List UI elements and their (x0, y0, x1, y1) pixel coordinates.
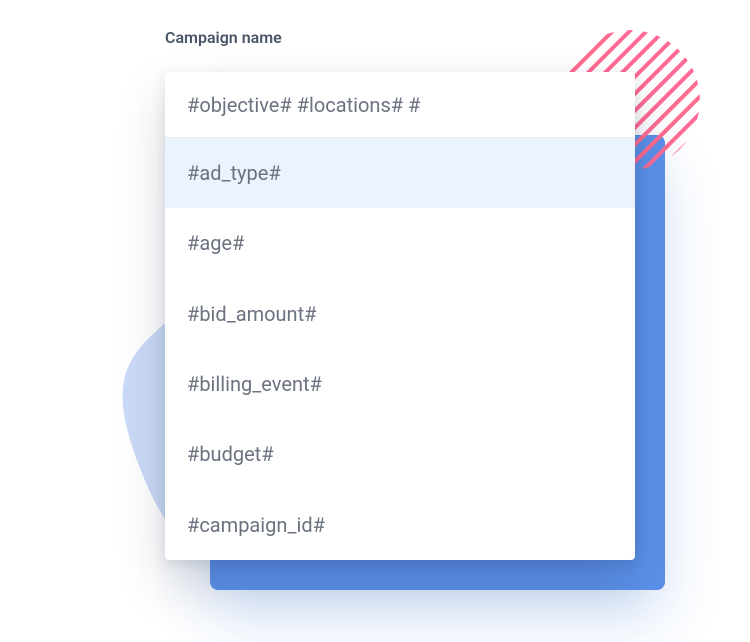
option-billing-event[interactable]: #billing_event# (165, 349, 635, 419)
option-ad-type[interactable]: #ad_type# (165, 138, 635, 208)
option-campaign-id[interactable]: #campaign_id# (165, 490, 635, 560)
option-label: #ad_type# (187, 161, 281, 185)
option-label: #billing_event# (187, 372, 322, 396)
option-label: #bid_amount# (187, 302, 316, 326)
option-label: #campaign_id# (187, 513, 325, 537)
field-label: Campaign name (165, 28, 282, 47)
option-label: #budget# (187, 442, 274, 466)
input-row (165, 72, 635, 138)
option-age[interactable]: #age# (165, 208, 635, 278)
option-bid-amount[interactable]: #bid_amount# (165, 279, 635, 349)
campaign-name-card: #ad_type# #age# #bid_amount# #billing_ev… (165, 72, 635, 560)
dropdown-options: #ad_type# #age# #bid_amount# #billing_ev… (165, 138, 635, 560)
campaign-name-input[interactable] (187, 93, 613, 117)
option-budget[interactable]: #budget# (165, 419, 635, 489)
option-label: #age# (187, 231, 244, 255)
